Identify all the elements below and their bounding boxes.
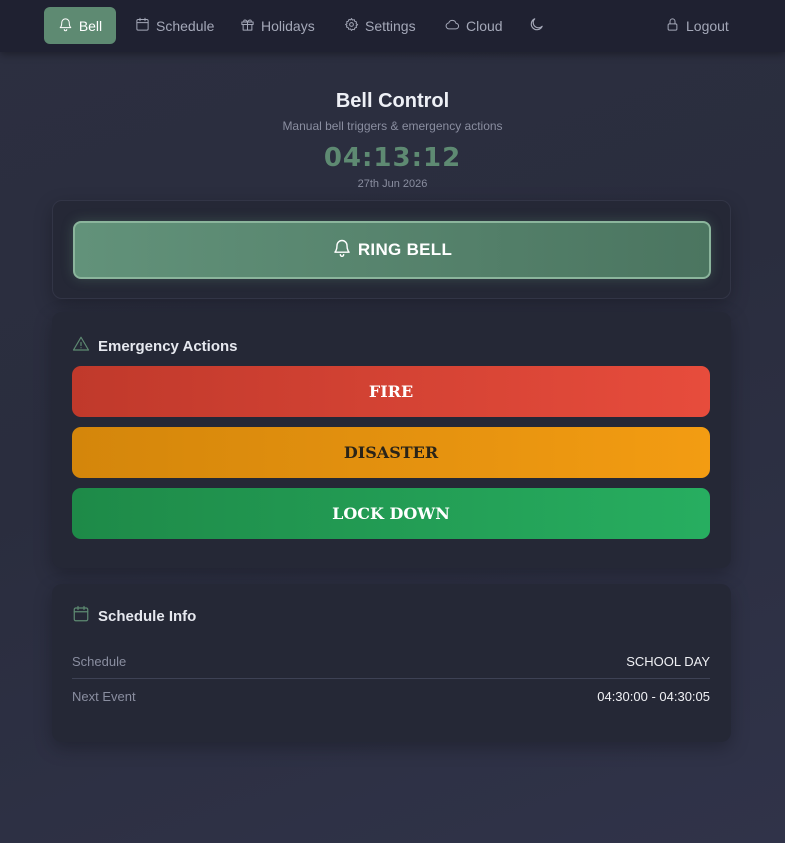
info-row-schedule: Schedule SCHOOL DAY (72, 644, 710, 679)
ring-bell-button[interactable]: RING BELL (73, 221, 711, 279)
calendar-icon (72, 605, 90, 627)
lockdown-button[interactable]: LOCK DOWN (72, 488, 710, 539)
lock-icon (665, 17, 680, 35)
top-navbar: Bell Schedule Holidays Settings Cloud Lo… (0, 0, 785, 52)
emergency-heading: Emergency Actions (72, 335, 238, 357)
cloud-icon (445, 17, 460, 35)
ring-bell-label: RING BELL (357, 240, 453, 259)
nav-holidays[interactable]: Holidays (230, 7, 325, 44)
info-row-next-event: Next Event 04:30:00 - 04:30:05 (72, 679, 710, 714)
nav-schedule-label: Schedule (156, 17, 215, 34)
theme-toggle[interactable] (518, 7, 555, 44)
fire-button[interactable]: FIRE (72, 366, 710, 417)
current-date: 27th Jun 2026 (357, 178, 428, 190)
info-value: 04:30:00 - 04:30:05 (597, 689, 710, 704)
page-title: Bell Control (335, 90, 450, 112)
warning-icon (72, 335, 90, 357)
info-label: Schedule (72, 653, 127, 669)
nav-settings[interactable]: Settings (334, 7, 426, 44)
gift-icon (240, 17, 255, 35)
disaster-button[interactable]: DISASTER (72, 427, 710, 478)
page-subtitle: Manual bell triggers & emergency actions (282, 119, 503, 133)
bell-icon (332, 238, 352, 263)
bell-icon (58, 17, 73, 35)
nav-cloud-label: Cloud (466, 17, 503, 34)
schedule-info-heading: Schedule Info (72, 605, 196, 627)
schedule-info-card: Schedule Info Schedule SCHOOL DAY Next E… (52, 584, 731, 742)
nav-bell-label: Bell (78, 17, 103, 34)
moon-icon (528, 16, 545, 36)
nav-settings-label: Settings (365, 17, 416, 34)
nav-cloud[interactable]: Cloud (435, 7, 513, 44)
schedule-info-heading-label: Schedule Info (98, 607, 197, 625)
emergency-heading-label: Emergency Actions (98, 337, 238, 355)
calendar-icon (135, 17, 150, 35)
ring-bell-card: RING BELL (52, 200, 731, 299)
current-time: 04:13:12 (323, 143, 462, 173)
nav-bell[interactable]: Bell (44, 7, 116, 44)
nav-logout[interactable]: Logout (655, 7, 739, 44)
nav-holidays-label: Holidays (261, 17, 315, 34)
gear-icon (344, 17, 359, 35)
info-value: SCHOOL DAY (626, 653, 710, 669)
nav-schedule[interactable]: Schedule (125, 7, 224, 44)
info-label: Next Event (72, 689, 136, 704)
emergency-actions-card: Emergency Actions FIRE DISASTER LOCK DOW… (52, 312, 731, 568)
nav-logout-label: Logout (686, 17, 729, 34)
